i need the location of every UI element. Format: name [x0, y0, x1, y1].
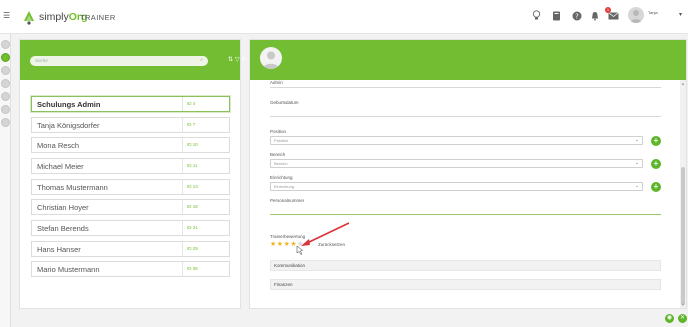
- admin-field[interactable]: [270, 87, 661, 88]
- scroll-up-icon[interactable]: ▲: [681, 81, 685, 86]
- position-label: Position: [270, 129, 287, 134]
- refresh-icon[interactable]: ↻: [242, 57, 247, 64]
- app-logo[interactable]: simplyOrg: [22, 8, 87, 26]
- birthday-field[interactable]: [270, 116, 661, 117]
- bottom-actions: ◉ ✕: [665, 314, 687, 323]
- list-item[interactable]: Stefan Berends ID 21: [31, 220, 230, 236]
- add-position-button[interactable]: +: [651, 136, 661, 146]
- rail-nav-icon[interactable]: [1, 66, 10, 75]
- birthday-label: Geburtsdatum: [270, 100, 299, 105]
- sort-icon[interactable]: ⇅: [228, 57, 233, 64]
- chevron-down-icon: ⌄: [634, 183, 639, 189]
- list-item[interactable]: Mona Resch ID 10: [31, 137, 230, 153]
- einrichtung-select[interactable]: Einrichtung ⌄: [270, 182, 643, 191]
- person-name: Mario Mustermann: [37, 265, 100, 274]
- person-id: ID 29: [182, 242, 230, 256]
- person-name: Schulungs Admin: [37, 100, 101, 109]
- bell-icon[interactable]: [589, 10, 600, 21]
- add-bereich-button[interactable]: +: [651, 159, 661, 169]
- scrollbar[interactable]: ▲ ▼: [680, 80, 686, 308]
- chevron-down-icon[interactable]: ▾: [679, 11, 682, 18]
- list-item[interactable]: Thomas Mustermann ID 13: [31, 179, 230, 195]
- person-name: Christian Hoyer: [37, 203, 89, 212]
- position-value: Position: [274, 138, 289, 143]
- einrichtung-label: Einrichtung: [270, 175, 293, 180]
- left-rail: [0, 34, 11, 327]
- admin-label: Admin: [270, 80, 283, 85]
- star-icon[interactable]: ★: [284, 241, 290, 248]
- menu-toggle-icon[interactable]: ☰: [3, 12, 10, 20]
- svg-text:?: ?: [575, 12, 579, 20]
- personalnummer-label: Personalnummer: [270, 198, 305, 203]
- rail-nav-icon[interactable]: [1, 92, 10, 101]
- close-button[interactable]: ✕: [678, 314, 687, 323]
- person-name: Tanja Königsdorfer: [37, 121, 100, 130]
- app-title: TRAINER: [80, 13, 116, 22]
- rail-nav-icon[interactable]: [1, 79, 10, 88]
- star-icon[interactable]: ★: [277, 241, 283, 248]
- person-name: Hans Hanser: [37, 245, 81, 254]
- scroll-down-icon[interactable]: ▼: [681, 302, 685, 307]
- top-bar: ☰ simplyOrg TRAINER ? 1 Tanja ▾: [0, 0, 688, 34]
- person-id: ID 7: [182, 118, 230, 132]
- rail-nav-icon-active[interactable]: [1, 53, 10, 62]
- section-kommunikation[interactable]: Kommunikation: [270, 260, 661, 271]
- people-list-header: Suche ⌕ ⇅ ▽ ↻: [20, 40, 247, 80]
- person-id: ID 21: [182, 221, 230, 235]
- rail-nav-icon[interactable]: [1, 105, 10, 114]
- chevron-down-icon: ⌄: [634, 160, 639, 166]
- list-item[interactable]: Hans Hanser ID 29: [31, 241, 230, 257]
- scroll-thumb[interactable]: [681, 167, 685, 305]
- notification-badge: 1: [605, 7, 611, 13]
- profile-header: [250, 40, 686, 80]
- person-name: Michael Meier: [37, 162, 84, 171]
- person-id: ID 13: [182, 180, 230, 194]
- rail-nav-icon[interactable]: [1, 118, 10, 127]
- position-select[interactable]: Position ⌄: [270, 136, 643, 145]
- user-avatar[interactable]: [628, 7, 644, 23]
- person-name: Thomas Mustermann: [37, 183, 108, 192]
- save-button[interactable]: ◉: [665, 314, 674, 323]
- chevron-down-icon: ⌄: [634, 137, 639, 143]
- person-id: ID 4: [182, 97, 230, 111]
- person-id: ID 11: [182, 159, 230, 173]
- person-id: ID 18: [182, 200, 230, 214]
- person-id: ID 10: [182, 138, 230, 152]
- list-item[interactable]: Mario Mustermann ID 35: [31, 261, 230, 277]
- search-placeholder: Suche: [35, 58, 48, 63]
- section-finanzen[interactable]: Finanzen: [270, 279, 661, 290]
- profile-panel: ▲ ▼ Admin Geburtsdatum Position Position…: [249, 39, 687, 309]
- list-tools: ⇅ ▽ ↻: [228, 57, 247, 64]
- person-name: Mona Resch: [37, 141, 80, 150]
- help-icon[interactable]: ?: [571, 10, 582, 21]
- bereich-label: Bereich: [270, 152, 286, 157]
- person-id: ID 35: [182, 262, 230, 276]
- einrichtung-value: Einrichtung: [274, 184, 295, 189]
- personalnummer-field[interactable]: [270, 214, 661, 215]
- bereich-value: Bereich: [274, 161, 288, 166]
- filter-icon[interactable]: ▽: [235, 57, 240, 64]
- list-item[interactable]: Christian Hoyer ID 18: [31, 199, 230, 215]
- profile-avatar[interactable]: [260, 47, 282, 69]
- bereich-select[interactable]: Bereich ⌄: [270, 159, 643, 168]
- section-label: Finanzen: [274, 282, 293, 287]
- user-name[interactable]: Tanja: [648, 10, 658, 15]
- list-item[interactable]: Tanja Königsdorfer ID 7: [31, 117, 230, 133]
- lightbulb-icon[interactable]: [531, 10, 542, 21]
- rail-nav-icon[interactable]: [1, 40, 10, 49]
- annotation-arrow: [301, 222, 350, 246]
- list-item[interactable]: Schulungs Admin ID 4: [31, 96, 230, 112]
- search-icon: ⌕: [200, 57, 203, 63]
- list-item[interactable]: Michael Meier ID 11: [31, 158, 230, 174]
- section-label: Kommunikation: [274, 263, 306, 268]
- book-icon[interactable]: [551, 10, 562, 21]
- logo-mark-icon: [24, 11, 34, 25]
- people-list-panel: Suche ⌕ ⇅ ▽ ↻ Schulungs Admin ID 4 Tanja…: [19, 39, 247, 309]
- person-name: Stefan Berends: [37, 224, 89, 233]
- add-einrichtung-button[interactable]: +: [651, 182, 661, 192]
- search-input[interactable]: Suche ⌕: [30, 56, 208, 66]
- star-icon[interactable]: ★: [270, 241, 276, 248]
- mouse-pointer-icon: [296, 245, 303, 255]
